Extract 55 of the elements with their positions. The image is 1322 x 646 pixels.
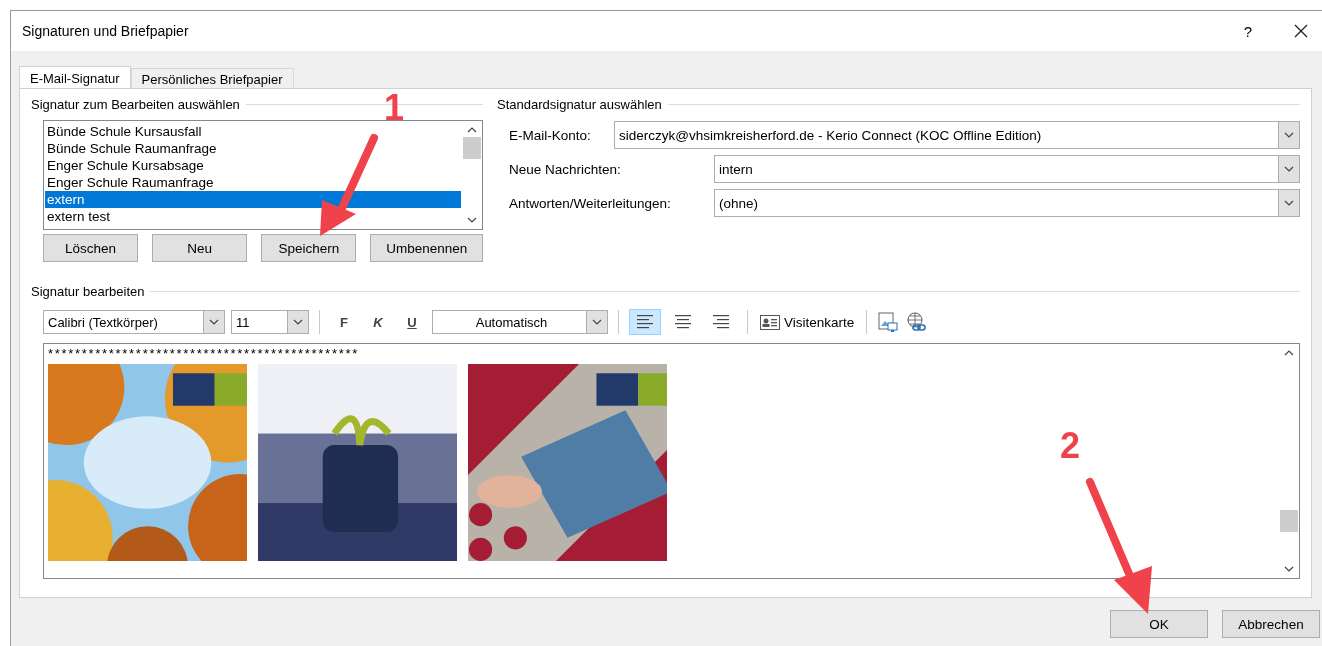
business-card-button[interactable]: Visitenkarte (758, 314, 857, 330)
list-item[interactable]: Enger Schule Kursabsage (45, 157, 461, 174)
save-button[interactable]: Speichern (261, 234, 357, 262)
signature-list[interactable]: Bünde Schule Kursausfall Bünde Schule Raumanfrage Enger Schule Kursabsage Enger Schule Raumanfrage extern extern test (43, 120, 483, 230)
tab[interactable]: Persönliches Briefpapier (130, 68, 294, 88)
align-center-icon (675, 315, 691, 329)
dropdown[interactable]: siderczyk@vhsimkreisherford.de - Kerio Connect (KOC Offline Edition) (614, 121, 1300, 149)
signature-text: ********************************************** (48, 346, 360, 361)
chevron-down-icon (1284, 166, 1294, 172)
help-button[interactable]: ? (1243, 22, 1252, 40)
window-title: Signaturen und Briefpapier (22, 23, 190, 39)
align-left-button[interactable] (629, 309, 661, 335)
list-item[interactable]: Bünde Schule Kursausfall (45, 123, 461, 140)
field-label: E-Mail-Konto: (509, 127, 592, 143)
align-left-icon (637, 315, 653, 329)
chevron-down-icon (592, 319, 602, 325)
group-heading: Signatur bearbeiten (31, 284, 145, 299)
scroll-down-icon[interactable] (1284, 566, 1294, 572)
tab[interactable]: E-Mail-Signatur (19, 66, 131, 88)
font-dropdown[interactable]: Calibri (Textkörper) (43, 310, 225, 334)
list-item[interactable]: extern test (45, 208, 461, 225)
group-heading: Standardsignatur auswählen (497, 97, 662, 112)
insert-picture-icon[interactable] (877, 311, 900, 333)
hyperlink-icon[interactable] (905, 311, 928, 333)
close-icon[interactable] (1294, 24, 1308, 38)
align-right-icon (713, 315, 729, 329)
field-label: Antworten/Weiterleitungen: (509, 195, 672, 211)
chevron-down-icon (1284, 132, 1294, 138)
italic-button[interactable]: K (364, 309, 392, 335)
scroll-up-icon[interactable] (467, 127, 477, 133)
list-item[interactable]: Bünde Schule Raumanfrage (45, 140, 461, 157)
color-dropdown[interactable]: Automatisch (432, 310, 608, 334)
step-number: 2 (1060, 428, 1081, 464)
new-button[interactable]: Neu (152, 234, 248, 262)
chevron-down-icon (209, 319, 219, 325)
rename-button[interactable]: Umbenennen (370, 234, 483, 262)
scrollbar-thumb[interactable] (1280, 510, 1298, 532)
cancel-button[interactable]: Abbrechen (1222, 610, 1320, 638)
field-label: Neue Nachrichten: (509, 161, 622, 177)
contact-card-icon (760, 314, 780, 330)
underline-button[interactable]: U (398, 309, 426, 335)
scroll-down-icon[interactable] (467, 217, 477, 223)
chevron-down-icon (1284, 200, 1294, 206)
group-heading: Signatur zum Bearbeiten auswählen (31, 97, 240, 112)
ok-button[interactable]: OK (1110, 610, 1208, 638)
dropdown[interactable]: intern (714, 155, 1300, 183)
chevron-down-icon (293, 319, 303, 325)
size-dropdown[interactable]: 11 (231, 310, 309, 334)
dropdown[interactable]: (ohne) (714, 189, 1300, 217)
scrollbar-thumb[interactable] (463, 137, 481, 159)
bold-button[interactable]: F (330, 309, 358, 335)
list-item[interactable]: Enger Schule Raumanfrage (45, 174, 461, 191)
scroll-up-icon[interactable] (1284, 350, 1294, 356)
list-item[interactable]: extern (45, 191, 461, 208)
delete-button[interactable]: Löschen (43, 234, 139, 262)
